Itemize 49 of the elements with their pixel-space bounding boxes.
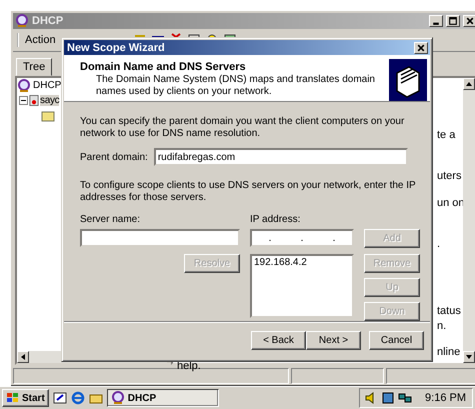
minimize-button[interactable] xyxy=(429,15,443,27)
next-button[interactable]: Next > xyxy=(306,331,361,350)
details-text: . xyxy=(437,238,440,250)
dns-text: To configure scope clients to use DNS servers on your network, enter the IP addresses for those servers. xyxy=(80,180,417,204)
tree-tab[interactable]: Tree xyxy=(16,58,52,76)
scroll-up-icon[interactable] xyxy=(463,78,475,90)
details-text: uters xyxy=(437,170,462,182)
field-label: Parent domain: xyxy=(80,152,148,162)
tree-item[interactable]: sayc xyxy=(40,95,60,106)
window-title: DHCP xyxy=(32,15,64,27)
clock: 9:16 PM xyxy=(425,392,466,404)
details-text: tatus xyxy=(437,305,461,317)
list-item[interactable]: 192.168.4.2 xyxy=(254,257,350,268)
tray-icon[interactable] xyxy=(381,391,396,405)
field-label: IP address: xyxy=(250,214,302,225)
network-icon[interactable] xyxy=(398,391,412,405)
page-heading: Domain Name and DNS Servers xyxy=(80,61,247,73)
folder-icon xyxy=(41,110,55,122)
start-button[interactable]: Start xyxy=(2,389,49,407)
browser-icon[interactable] xyxy=(70,391,85,405)
details-text: n. xyxy=(437,320,446,332)
server-name-field[interactable] xyxy=(80,229,240,247)
dialog-title: New Scope Wizard xyxy=(67,42,165,54)
scroll-down-icon[interactable] xyxy=(463,351,475,363)
server-icon xyxy=(29,94,39,107)
maximize-button[interactable] xyxy=(446,15,460,27)
windows-flag-icon xyxy=(6,392,20,404)
dhcp-icon xyxy=(17,78,31,92)
dhcp-icon xyxy=(15,14,29,28)
back-button[interactable]: < Back xyxy=(251,331,306,350)
parent-domain-field[interactable]: rudifabregas.com xyxy=(154,148,408,166)
cancel-button[interactable]: Cancel xyxy=(369,331,424,350)
ip-address-field[interactable]: . . . xyxy=(250,229,354,247)
details-text: te a xyxy=(437,129,456,141)
dhcp-icon xyxy=(110,391,125,405)
intro-text: You can specify the parent domain you want the client computers on your network to use for DNS name resolution. xyxy=(80,116,406,140)
details-text: help. xyxy=(177,360,201,372)
close-button[interactable] xyxy=(414,42,428,54)
desktop-icon[interactable] xyxy=(52,391,67,405)
tree-item[interactable]: DHCP xyxy=(33,80,62,91)
page-subtitle: The Domain Name System (DNS) maps and translates domain names used by clients on your network. xyxy=(95,74,376,98)
details-text: nline xyxy=(437,346,460,358)
field-label: Server name: xyxy=(80,214,142,225)
scrollbar[interactable] xyxy=(463,78,475,363)
collapse-icon[interactable] xyxy=(19,96,28,105)
task-button[interactable]: DHCP xyxy=(106,389,219,407)
close-button[interactable] xyxy=(463,15,475,27)
scroll-left-icon[interactable] xyxy=(17,351,29,363)
ip-list[interactable]: 192.168.4.2 xyxy=(250,254,354,318)
